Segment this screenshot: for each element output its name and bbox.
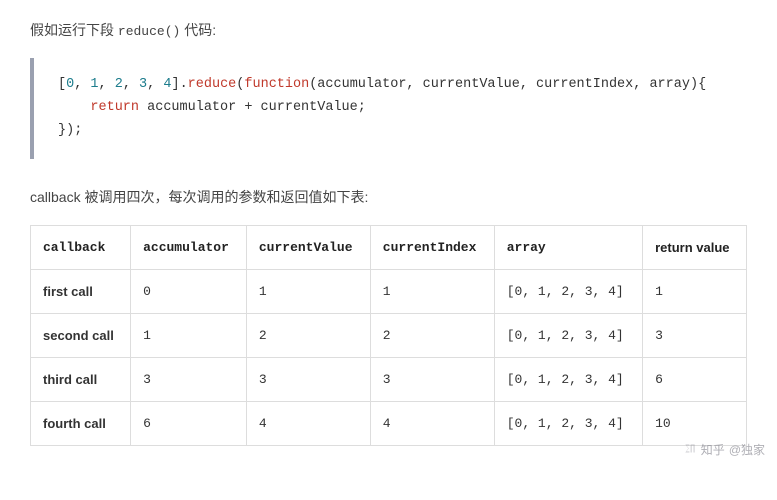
table-row: first call 0 1 1 [0, 1, 2, 3, 4] 1 bbox=[31, 269, 747, 313]
cell-array: [0, 1, 2, 3, 4] bbox=[494, 313, 642, 357]
code-l1-n0: 0 bbox=[66, 77, 74, 92]
cell-currentvalue: 4 bbox=[246, 401, 370, 445]
middle-paragraph: callback 被调用四次，每次调用的参数和返回值如下表: bbox=[30, 187, 747, 207]
cell-currentindex: 3 bbox=[370, 357, 494, 401]
watermark-brand: 知乎 bbox=[701, 441, 725, 458]
cell-accumulator: 1 bbox=[131, 313, 247, 357]
cell-array: [0, 1, 2, 3, 4] bbox=[494, 269, 642, 313]
th-currentindex: currentIndex bbox=[370, 225, 494, 269]
th-array: array bbox=[494, 225, 642, 269]
cell-currentvalue: 1 bbox=[246, 269, 370, 313]
code-l1-b: ]. bbox=[171, 77, 187, 92]
code-l1-d: (accumulator, currentValue, currentIndex… bbox=[309, 77, 706, 92]
cell-return: 1 bbox=[643, 269, 747, 313]
cell-array: [0, 1, 2, 3, 4] bbox=[494, 401, 642, 445]
code-l2-indent bbox=[58, 100, 90, 115]
watermark-user: @独家 bbox=[729, 441, 765, 458]
th-currentvalue: currentValue bbox=[246, 225, 370, 269]
cell-array: [0, 1, 2, 3, 4] bbox=[494, 357, 642, 401]
table-row: third call 3 3 3 [0, 1, 2, 3, 4] 6 bbox=[31, 357, 747, 401]
callback-table: callback accumulator currentValue curren… bbox=[30, 225, 747, 446]
code-l1-n3: 3 bbox=[139, 77, 147, 92]
intro-paragraph: 假如运行下段 reduce() 代码: bbox=[30, 20, 747, 40]
th-return: return value bbox=[643, 225, 747, 269]
zhihu-icon bbox=[683, 442, 697, 456]
table-header-row: callback accumulator currentValue curren… bbox=[31, 225, 747, 269]
cell-accumulator: 6 bbox=[131, 401, 247, 445]
cell-currentindex: 2 bbox=[370, 313, 494, 357]
code-l1-method: reduce bbox=[188, 77, 237, 92]
code-l1-n1: 1 bbox=[90, 77, 98, 92]
cell-currentindex: 4 bbox=[370, 401, 494, 445]
code-l3: }); bbox=[58, 123, 82, 138]
cell-return: 10 bbox=[643, 401, 747, 445]
intro-code-word: reduce() bbox=[118, 24, 180, 39]
code-l2-rest: accumulator + currentValue; bbox=[139, 100, 366, 115]
intro-prefix: 假如运行下段 bbox=[30, 22, 118, 38]
code-l1-kw: function bbox=[244, 77, 309, 92]
cell-accumulator: 3 bbox=[131, 357, 247, 401]
intro-suffix: 代码: bbox=[180, 22, 216, 38]
row-label: fourth call bbox=[31, 401, 131, 445]
row-label: first call bbox=[31, 269, 131, 313]
table-row: second call 1 2 2 [0, 1, 2, 3, 4] 3 bbox=[31, 313, 747, 357]
th-callback: callback bbox=[31, 225, 131, 269]
cell-currentvalue: 2 bbox=[246, 313, 370, 357]
code-l1-n2: 2 bbox=[115, 77, 123, 92]
cell-currentvalue: 3 bbox=[246, 357, 370, 401]
code-l2-kw: return bbox=[90, 100, 139, 115]
cell-return: 6 bbox=[643, 357, 747, 401]
cell-accumulator: 0 bbox=[131, 269, 247, 313]
table-row: fourth call 6 4 4 [0, 1, 2, 3, 4] 10 bbox=[31, 401, 747, 445]
code-block: [0, 1, 2, 3, 4].reduce(function(accumula… bbox=[30, 58, 747, 159]
row-label: second call bbox=[31, 313, 131, 357]
watermark: 知乎 @独家 bbox=[683, 441, 765, 458]
row-label: third call bbox=[31, 357, 131, 401]
cell-currentindex: 1 bbox=[370, 269, 494, 313]
th-accumulator: accumulator bbox=[131, 225, 247, 269]
cell-return: 3 bbox=[643, 313, 747, 357]
code-l1-a: [ bbox=[58, 77, 66, 92]
